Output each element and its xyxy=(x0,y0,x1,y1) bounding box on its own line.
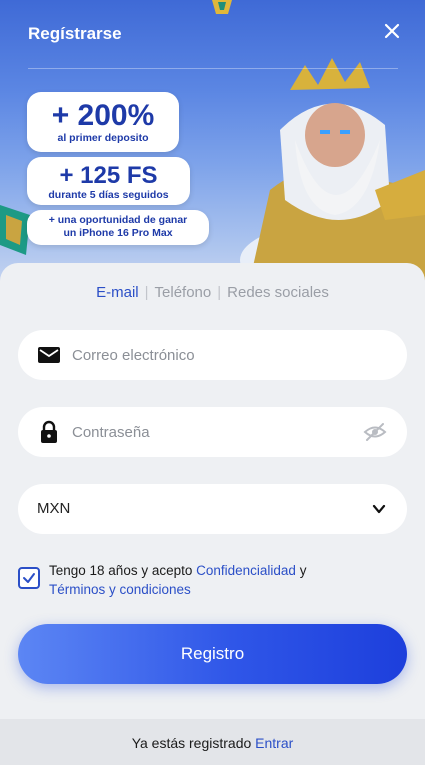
promo-free-spins: + 125 FS durante 5 días seguidos xyxy=(27,157,190,205)
envelope-icon xyxy=(38,347,60,363)
tab-separator: | xyxy=(217,284,222,301)
promo-sub: al primer deposito xyxy=(57,132,149,144)
promo-line: + una oportunidad de ganar xyxy=(48,214,188,226)
promo-bonus-deposit: + 200% al primer deposito xyxy=(27,92,179,152)
footer-login: Ya estás registrado Entrar xyxy=(0,719,425,765)
terms-label: Tengo 18 años y acepto xyxy=(49,563,193,578)
promo-sub: durante 5 días seguidos xyxy=(48,189,169,201)
terms-checkbox[interactable] xyxy=(18,567,40,589)
chevron-down-icon xyxy=(372,504,386,514)
checkmark-icon xyxy=(23,573,35,583)
close-button[interactable] xyxy=(379,18,405,44)
lock-icon xyxy=(41,420,57,443)
tab-separator: | xyxy=(144,284,149,301)
currency-select[interactable]: MXN xyxy=(18,484,407,534)
tab-email[interactable]: E-mail xyxy=(96,284,139,301)
terms-link[interactable]: Términos y condiciones xyxy=(49,582,191,597)
terms-and: y xyxy=(299,563,307,578)
email-field xyxy=(18,330,407,380)
register-button[interactable]: Registro xyxy=(18,624,407,684)
hero-banner: Regístrarse + 200% al primer deposito + … xyxy=(0,0,425,300)
tab-phone[interactable]: Teléfono xyxy=(155,284,212,301)
registration-tabs: E-mail | Teléfono | Redes sociales xyxy=(0,284,425,301)
zeus-illustration xyxy=(240,58,425,280)
email-input[interactable] xyxy=(72,330,352,380)
terms-text: Tengo 18 años y acepto Confidencialidad … xyxy=(49,561,379,599)
login-link[interactable]: Entrar xyxy=(255,735,293,751)
password-input[interactable] xyxy=(72,407,352,457)
eye-off-icon[interactable] xyxy=(363,420,387,444)
promo-iphone: + una oportunidad de ganar un iPhone 16 … xyxy=(27,210,209,245)
footer-text: Ya estás registrado xyxy=(131,735,252,751)
password-field xyxy=(18,407,407,457)
currency-value: MXN xyxy=(37,500,71,517)
promo-main: + 125 FS xyxy=(59,162,158,189)
promo-line: un iPhone 16 Pro Max xyxy=(63,227,173,239)
promo-main: + 200% xyxy=(51,99,155,132)
coin-graphic xyxy=(212,0,232,14)
tab-social[interactable]: Redes sociales xyxy=(227,284,329,301)
close-icon xyxy=(384,23,400,39)
privacy-link[interactable]: Confidencialidad xyxy=(196,563,296,578)
page-title: Regístrarse xyxy=(28,24,122,43)
header-divider xyxy=(28,68,398,69)
